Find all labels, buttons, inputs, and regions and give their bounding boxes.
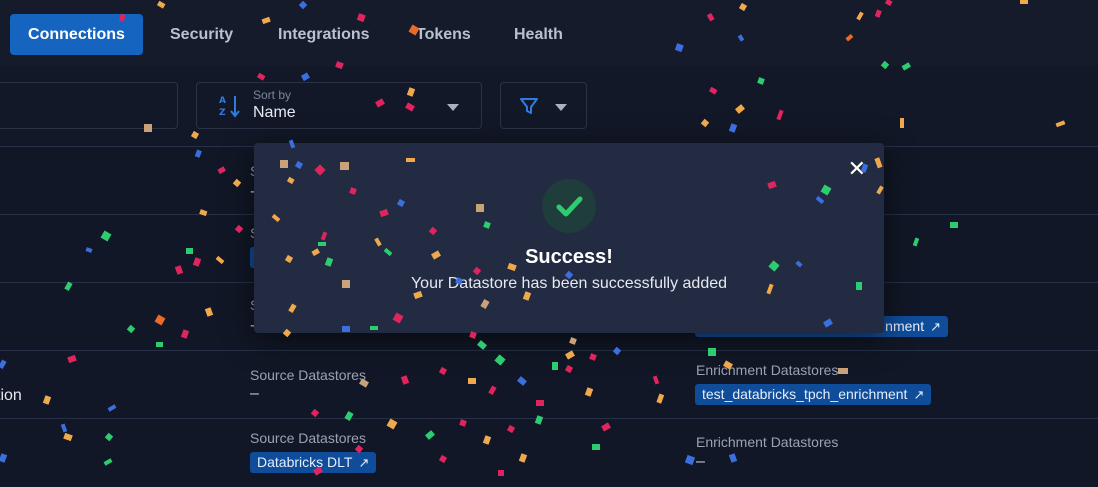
filter-icon — [519, 96, 539, 121]
success-dialog: ✕ Success! Your Datastore has been succe… — [254, 143, 884, 333]
tab-tokens[interactable]: Tokens — [398, 14, 489, 55]
table-row[interactable]: G Source Datastores Databricks DLT↗ Enri… — [0, 418, 1098, 487]
chevron-down-icon — [447, 104, 459, 111]
table-row[interactable]: ction Source Datastores – Enrichment Dat… — [0, 350, 1098, 418]
tab-security[interactable]: Security — [152, 14, 251, 55]
enrichment-label: Enrichment Datastores — [696, 434, 839, 450]
close-icon[interactable]: ✕ — [848, 156, 866, 182]
svg-text:Z: Z — [219, 108, 226, 118]
chevron-down-icon — [555, 104, 567, 111]
top-tab-bar: Connections Security Integrations Tokens… — [0, 0, 1098, 66]
tab-integrations[interactable]: Integrations — [260, 14, 388, 55]
sort-select[interactable]: A Z Sort by Name — [196, 82, 482, 129]
sort-value: Name — [253, 104, 296, 121]
dialog-title: Success! — [525, 246, 613, 268]
row-name: ction — [0, 387, 22, 404]
list-toolbar: A Z Sort by Name — [0, 66, 1098, 146]
enrichment-value: – — [696, 453, 705, 470]
sort-caption: Sort by — [253, 88, 292, 102]
success-badge — [542, 179, 596, 233]
sort-alpha-icon: A Z — [219, 93, 243, 119]
filter-button[interactable] — [500, 82, 587, 129]
dialog-message: Your Datastore has been successfully add… — [410, 275, 728, 292]
external-link-icon: ↗ — [358, 455, 370, 470]
tab-health[interactable]: Health — [496, 14, 581, 55]
source-chip[interactable]: Databricks DLT ↗ — [250, 452, 377, 473]
enrichment-label: Enrichment Datastores — [696, 362, 839, 378]
external-link-icon: ↗ — [913, 387, 925, 402]
source-value: – — [250, 385, 259, 402]
svg-text:A: A — [219, 96, 226, 106]
source-label: Source Datastores — [250, 430, 366, 446]
source-label: Source Datastores — [250, 367, 366, 383]
external-link-icon: ↗ — [930, 319, 941, 334]
tab-connections[interactable]: Connections — [10, 14, 143, 55]
search-input[interactable] — [0, 82, 178, 129]
enrichment-chip[interactable]: test_databricks_tpch_enrichment ↗ — [695, 384, 932, 405]
check-icon — [554, 191, 584, 226]
